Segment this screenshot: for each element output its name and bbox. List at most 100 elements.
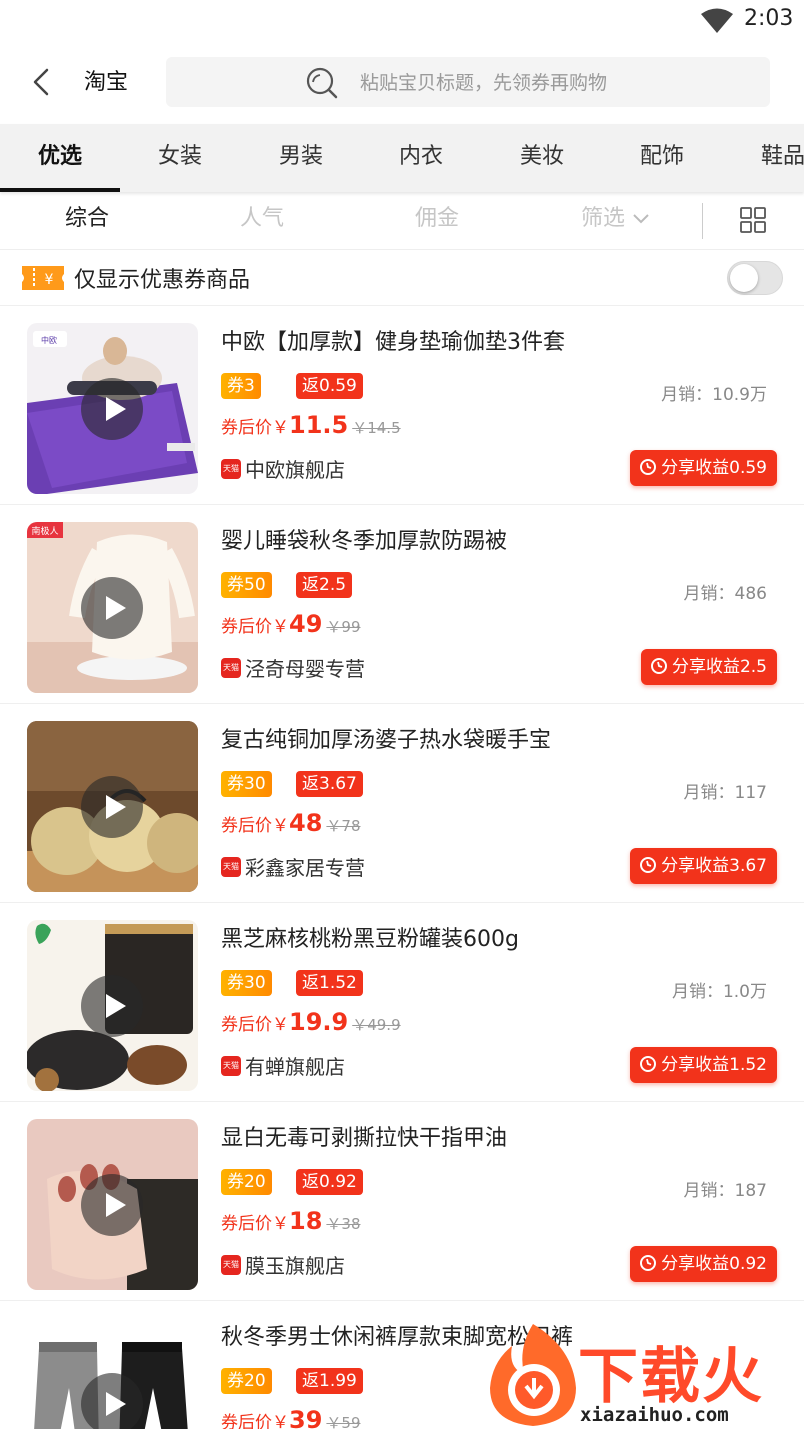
share-earn-button[interactable]: 分享收益1.52: [630, 1047, 777, 1083]
product-title[interactable]: 显白无毒可剥撕拉快干指甲油: [221, 1120, 781, 1152]
product-item[interactable]: 显白无毒可剥撕拉快干指甲油 券20 返0.92 月销：187 券后价￥18 ￥38…: [0, 1102, 804, 1301]
tab-youxuan[interactable]: 优选: [0, 124, 120, 192]
coupon-badge: 券50: [221, 572, 272, 598]
price-line: 券后价￥18 ￥38: [221, 1207, 361, 1241]
play-icon[interactable]: [81, 776, 143, 838]
play-icon[interactable]: [81, 1373, 143, 1429]
product-thumbnail[interactable]: [27, 1119, 198, 1290]
coupon-filter-toggle[interactable]: [727, 261, 783, 295]
price-label: 券后价￥: [221, 1015, 289, 1035]
sort-filter-label: 筛选: [581, 206, 626, 231]
back-arrow-icon[interactable]: [22, 62, 62, 102]
chevron-down-icon: [633, 214, 649, 224]
share-earn-label: 分享收益1.52: [661, 1055, 767, 1075]
rebate-badge: 返1.99: [296, 1368, 363, 1394]
shop-line: 天猫 彩鑫家居专营: [221, 852, 365, 880]
share-earn-button[interactable]: 分享收益0.59: [630, 450, 777, 486]
product-thumbnail[interactable]: 中欧: [27, 323, 198, 494]
coupon-badge: 券20: [221, 1368, 272, 1394]
product-item[interactable]: 南极人 婴儿睡袋秋冬季加厚款防踢被 券50 返2.5 月销：486 券后价￥49…: [0, 505, 804, 704]
shop-line: 天猫 泾奇母婴专营: [221, 653, 365, 681]
product-item[interactable]: 中欧 中欧【加厚款】健身垫瑜伽垫3件套 券3 返0.59 月销：10.9万 券后…: [0, 306, 804, 505]
svg-text:¥: ¥: [45, 272, 54, 288]
share-earn-label: 分享收益2.5: [671, 657, 767, 677]
price-label: 券后价￥: [221, 1413, 289, 1429]
monthly-sales: 月销：486: [683, 584, 767, 604]
product-title[interactable]: 复古纯铜加厚汤婆子热水袋暖手宝: [221, 722, 781, 754]
fire-logo-icon: [490, 1324, 576, 1426]
sort-bar: 综合 人气 佣金 筛选: [0, 192, 804, 250]
sort-yongjin[interactable]: 佣金: [415, 192, 459, 250]
play-icon[interactable]: [81, 975, 143, 1037]
product-thumbnail[interactable]: [27, 920, 198, 1091]
price-label: 券后价￥: [221, 1214, 289, 1234]
shop-name: 膜玉旗舰店: [245, 1254, 345, 1278]
search-icon: [306, 67, 338, 99]
sort-renqi[interactable]: 人气: [240, 192, 284, 250]
play-icon[interactable]: [81, 378, 143, 440]
grid-view-icon[interactable]: [740, 207, 766, 233]
coupon-badge: 券3: [221, 373, 261, 399]
rebate-badge: 返0.92: [296, 1169, 363, 1195]
coupon-filter-label: 仅显示优惠券商品: [74, 268, 251, 293]
tab-xiepin[interactable]: 鞋品: [723, 124, 804, 192]
sort-filter[interactable]: 筛选: [581, 192, 650, 250]
coupon-ticket-icon: ¥: [22, 266, 64, 290]
wifi-icon: [701, 8, 733, 33]
rebate-badge: 返1.52: [296, 970, 363, 996]
price-line: 券后价￥39 ￥59: [221, 1406, 361, 1429]
product-thumbnail[interactable]: [27, 1318, 198, 1429]
tab-nanzhuang[interactable]: 男装: [241, 124, 361, 192]
price-line: 券后价￥11.5 ￥14.5: [221, 411, 401, 445]
shop-name: 彩鑫家居专营: [245, 856, 365, 880]
monthly-sales: 月销：117: [683, 783, 767, 803]
tab-meizhuang[interactable]: 美妆: [482, 124, 602, 192]
product-thumbnail[interactable]: [27, 721, 198, 892]
share-earn-button[interactable]: 分享收益0.92: [630, 1246, 777, 1282]
toggle-knob: [730, 264, 758, 292]
product-item[interactable]: 复古纯铜加厚汤婆子热水袋暖手宝 券30 返3.67 月销：117 券后价￥48 ￥…: [0, 704, 804, 903]
share-earn-button[interactable]: 分享收益3.67: [630, 848, 777, 884]
product-item[interactable]: 黑芝麻核桃粉黑豆粉罐装600g 券30 返1.52 月销：1.0万 券后价￥19…: [0, 903, 804, 1102]
share-earn-label: 分享收益0.92: [661, 1254, 767, 1274]
original-price: ￥14.5: [352, 419, 401, 437]
product-title[interactable]: 婴儿睡袋秋冬季加厚款防踢被: [221, 523, 781, 555]
search-input[interactable]: 粘贴宝贝标题，先领券再购物: [166, 57, 770, 107]
tab-nvzhuang[interactable]: 女装: [120, 124, 240, 192]
final-price: 49: [289, 610, 323, 638]
tmall-icon: 天猫: [221, 856, 241, 877]
product-title[interactable]: 黑芝麻核桃粉黑豆粉罐装600g: [221, 921, 781, 953]
product-thumbnail[interactable]: 南极人: [27, 522, 198, 693]
tab-neiyi[interactable]: 内衣: [361, 124, 481, 192]
rebate-badge: 返0.59: [296, 373, 363, 399]
play-icon[interactable]: [81, 577, 143, 639]
tmall-icon: 天猫: [221, 1055, 241, 1076]
refresh-share-icon: [640, 856, 657, 873]
coupon-badge: 券20: [221, 1169, 272, 1195]
tmall-icon: 天猫: [221, 1254, 241, 1275]
price-label: 券后价￥: [221, 418, 289, 438]
product-title[interactable]: 中欧【加厚款】健身垫瑜伽垫3件套: [221, 324, 781, 356]
final-price: 18: [289, 1207, 323, 1235]
share-earn-label: 分享收益0.59: [661, 458, 767, 478]
play-icon[interactable]: [81, 1174, 143, 1236]
final-price: 39: [289, 1406, 323, 1429]
shop-name: 泾奇母婴专营: [245, 657, 365, 681]
shop-name: 中欧旗舰店: [245, 458, 345, 482]
refresh-share-icon: [640, 458, 657, 475]
status-bar: 2:03: [0, 0, 804, 42]
refresh-share-icon: [640, 1254, 657, 1271]
final-price: 11.5: [289, 411, 349, 439]
sort-divider: [702, 203, 703, 239]
final-price: 48: [289, 809, 323, 837]
sort-zonghe[interactable]: 综合: [65, 192, 109, 250]
original-price: ￥59: [326, 1414, 361, 1429]
svg-text:南极人: 南极人: [31, 525, 58, 537]
watermark: 下载火 xiazaihuo.com: [478, 1318, 804, 1429]
share-earn-button[interactable]: 分享收益2.5: [640, 649, 777, 685]
rebate-badge: 返2.5: [296, 572, 353, 598]
monthly-sales: 月销：187: [683, 1181, 767, 1201]
page-title: 淘宝: [84, 70, 129, 95]
shop-line: 天猫 有蝉旗舰店: [221, 1051, 345, 1079]
tab-peishi[interactable]: 配饰: [602, 124, 722, 192]
